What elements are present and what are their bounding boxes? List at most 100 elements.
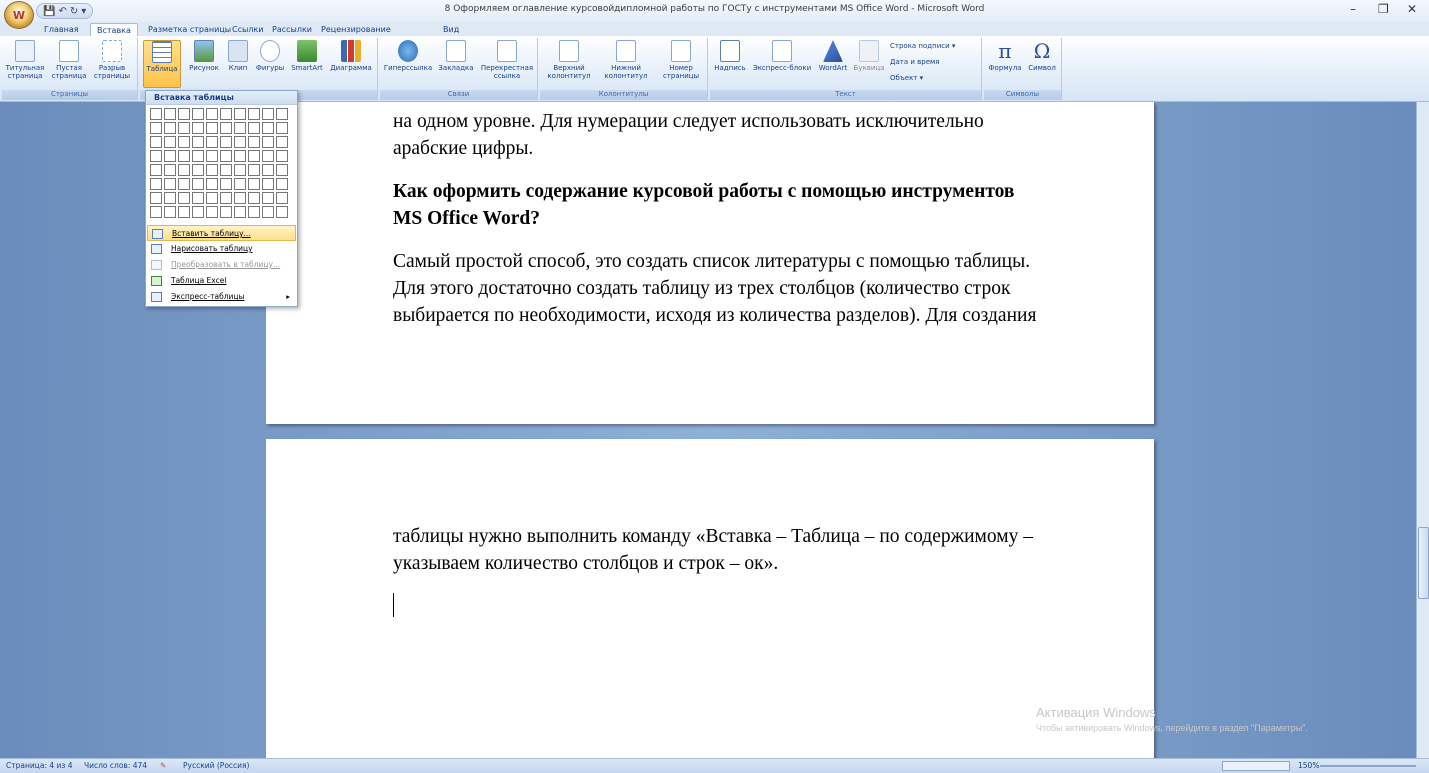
table-grid-cell[interactable] bbox=[192, 178, 204, 190]
table-grid-cell[interactable] bbox=[206, 192, 218, 204]
table-grid-cell[interactable] bbox=[248, 192, 260, 204]
table-grid-cell[interactable] bbox=[248, 136, 260, 148]
tab-mailings[interactable]: Рассылки bbox=[266, 23, 318, 36]
page-3[interactable]: на одном уровне. Для нумерации следует и… bbox=[266, 102, 1154, 424]
symbol-button[interactable]: Ω Символ bbox=[1024, 40, 1060, 72]
zoom-slider[interactable] bbox=[1320, 765, 1416, 767]
wordart-button[interactable]: WordArt bbox=[816, 40, 850, 72]
table-grid-cell[interactable] bbox=[178, 164, 190, 176]
table-grid-cell[interactable] bbox=[164, 122, 176, 134]
table-grid-cell[interactable] bbox=[178, 178, 190, 190]
chart-button[interactable]: Диаграмма bbox=[328, 40, 374, 72]
table-grid-cell[interactable] bbox=[206, 178, 218, 190]
tab-references[interactable]: Ссылки bbox=[226, 23, 269, 36]
tab-page-layout[interactable]: Разметка страницы bbox=[142, 23, 237, 36]
table-grid-cell[interactable] bbox=[164, 178, 176, 190]
table-grid-cell[interactable] bbox=[234, 164, 246, 176]
table-grid-cell[interactable] bbox=[234, 136, 246, 148]
table-grid-cell[interactable] bbox=[248, 206, 260, 218]
cross-reference-button[interactable]: Перекрестная ссылка bbox=[478, 40, 536, 80]
table-grid-cell[interactable] bbox=[206, 136, 218, 148]
equation-button[interactable]: π Формула bbox=[986, 40, 1024, 72]
table-grid-cell[interactable] bbox=[234, 192, 246, 204]
footer-button[interactable]: Нижний колонтитул bbox=[598, 40, 654, 80]
cover-page-button[interactable]: Титульная страница bbox=[4, 40, 46, 80]
language-indicator[interactable]: Русский (Россия) bbox=[183, 761, 249, 770]
table-grid-cell[interactable] bbox=[150, 150, 162, 162]
table-grid-cell[interactable] bbox=[220, 206, 232, 218]
table-grid-cell[interactable] bbox=[150, 108, 162, 120]
table-grid-cell[interactable] bbox=[206, 150, 218, 162]
table-grid-cell[interactable] bbox=[164, 164, 176, 176]
table-grid-cell[interactable] bbox=[150, 136, 162, 148]
office-button[interactable]: W bbox=[4, 1, 34, 29]
table-grid-cell[interactable] bbox=[234, 178, 246, 190]
table-grid-cell[interactable] bbox=[150, 122, 162, 134]
quick-tables-item[interactable]: Экспресс-таблицы ▸ bbox=[147, 289, 296, 305]
excel-table-item[interactable]: Таблица Excel bbox=[147, 273, 296, 289]
table-grid-cell[interactable] bbox=[262, 150, 274, 162]
draw-table-item[interactable]: Нарисовать таблицу bbox=[147, 241, 296, 257]
table-grid-cell[interactable] bbox=[276, 206, 288, 218]
table-grid-cell[interactable] bbox=[220, 108, 232, 120]
clipart-button[interactable]: Клип bbox=[226, 40, 250, 72]
table-grid-cell[interactable] bbox=[192, 164, 204, 176]
page-count[interactable]: Страница: 4 из 4 bbox=[6, 761, 73, 770]
table-size-grid[interactable] bbox=[150, 108, 288, 218]
table-grid-cell[interactable] bbox=[248, 164, 260, 176]
table-grid-cell[interactable] bbox=[276, 192, 288, 204]
hyperlink-button[interactable]: Гиперссылка bbox=[382, 40, 434, 72]
vertical-scrollbar[interactable] bbox=[1416, 102, 1429, 758]
table-grid-cell[interactable] bbox=[234, 122, 246, 134]
picture-button[interactable]: Рисунок bbox=[186, 40, 222, 72]
table-grid-cell[interactable] bbox=[220, 136, 232, 148]
table-grid-cell[interactable] bbox=[262, 136, 274, 148]
table-grid-cell[interactable] bbox=[206, 108, 218, 120]
table-grid-cell[interactable] bbox=[220, 164, 232, 176]
table-grid-cell[interactable] bbox=[150, 192, 162, 204]
signature-line-button[interactable]: Строка подписи ▾ bbox=[890, 42, 980, 50]
smartart-button[interactable]: SmartArt bbox=[288, 40, 326, 72]
spellcheck-icon[interactable]: ✎ bbox=[160, 761, 166, 770]
table-grid-cell[interactable] bbox=[276, 136, 288, 148]
table-grid-cell[interactable] bbox=[234, 108, 246, 120]
zoom-level[interactable]: 150% bbox=[1298, 761, 1319, 770]
table-grid-cell[interactable] bbox=[192, 108, 204, 120]
object-button[interactable]: Объект ▾ bbox=[890, 74, 980, 82]
page-break-button[interactable]: Разрыв страницы bbox=[92, 40, 132, 80]
word-count[interactable]: Число слов: 474 bbox=[84, 761, 147, 770]
table-grid-cell[interactable] bbox=[178, 206, 190, 218]
table-grid-cell[interactable] bbox=[192, 136, 204, 148]
quick-parts-button[interactable]: Экспресс-блоки bbox=[750, 40, 814, 72]
table-grid-cell[interactable] bbox=[164, 136, 176, 148]
view-buttons[interactable] bbox=[1222, 761, 1290, 771]
table-grid-cell[interactable] bbox=[248, 108, 260, 120]
shapes-button[interactable]: Фигуры bbox=[254, 40, 286, 72]
textbox-button[interactable]: Надпись bbox=[712, 40, 748, 72]
close-button[interactable]: ✕ bbox=[1407, 2, 1417, 16]
table-grid-cell[interactable] bbox=[150, 164, 162, 176]
table-grid-cell[interactable] bbox=[178, 136, 190, 148]
insert-table-item[interactable]: Вставить таблицу... bbox=[147, 225, 296, 241]
table-button[interactable]: Таблица bbox=[143, 40, 181, 88]
minimize-button[interactable]: – bbox=[1350, 2, 1356, 16]
tab-review[interactable]: Рецензирование bbox=[315, 23, 397, 36]
table-grid-cell[interactable] bbox=[262, 192, 274, 204]
table-grid-cell[interactable] bbox=[178, 108, 190, 120]
table-grid-cell[interactable] bbox=[276, 108, 288, 120]
table-grid-cell[interactable] bbox=[178, 192, 190, 204]
table-grid-cell[interactable] bbox=[206, 164, 218, 176]
table-grid-cell[interactable] bbox=[178, 122, 190, 134]
table-grid-cell[interactable] bbox=[164, 206, 176, 218]
table-grid-cell[interactable] bbox=[276, 164, 288, 176]
table-grid-cell[interactable] bbox=[262, 108, 274, 120]
page-number-button[interactable]: Номер страницы bbox=[656, 40, 706, 80]
table-grid-cell[interactable] bbox=[262, 164, 274, 176]
table-grid-cell[interactable] bbox=[262, 206, 274, 218]
blank-page-button[interactable]: Пустая страница bbox=[50, 40, 88, 80]
table-grid-cell[interactable] bbox=[164, 192, 176, 204]
table-grid-cell[interactable] bbox=[276, 178, 288, 190]
scrollbar-thumb[interactable] bbox=[1418, 527, 1429, 599]
table-grid-cell[interactable] bbox=[234, 206, 246, 218]
table-grid-cell[interactable] bbox=[206, 206, 218, 218]
